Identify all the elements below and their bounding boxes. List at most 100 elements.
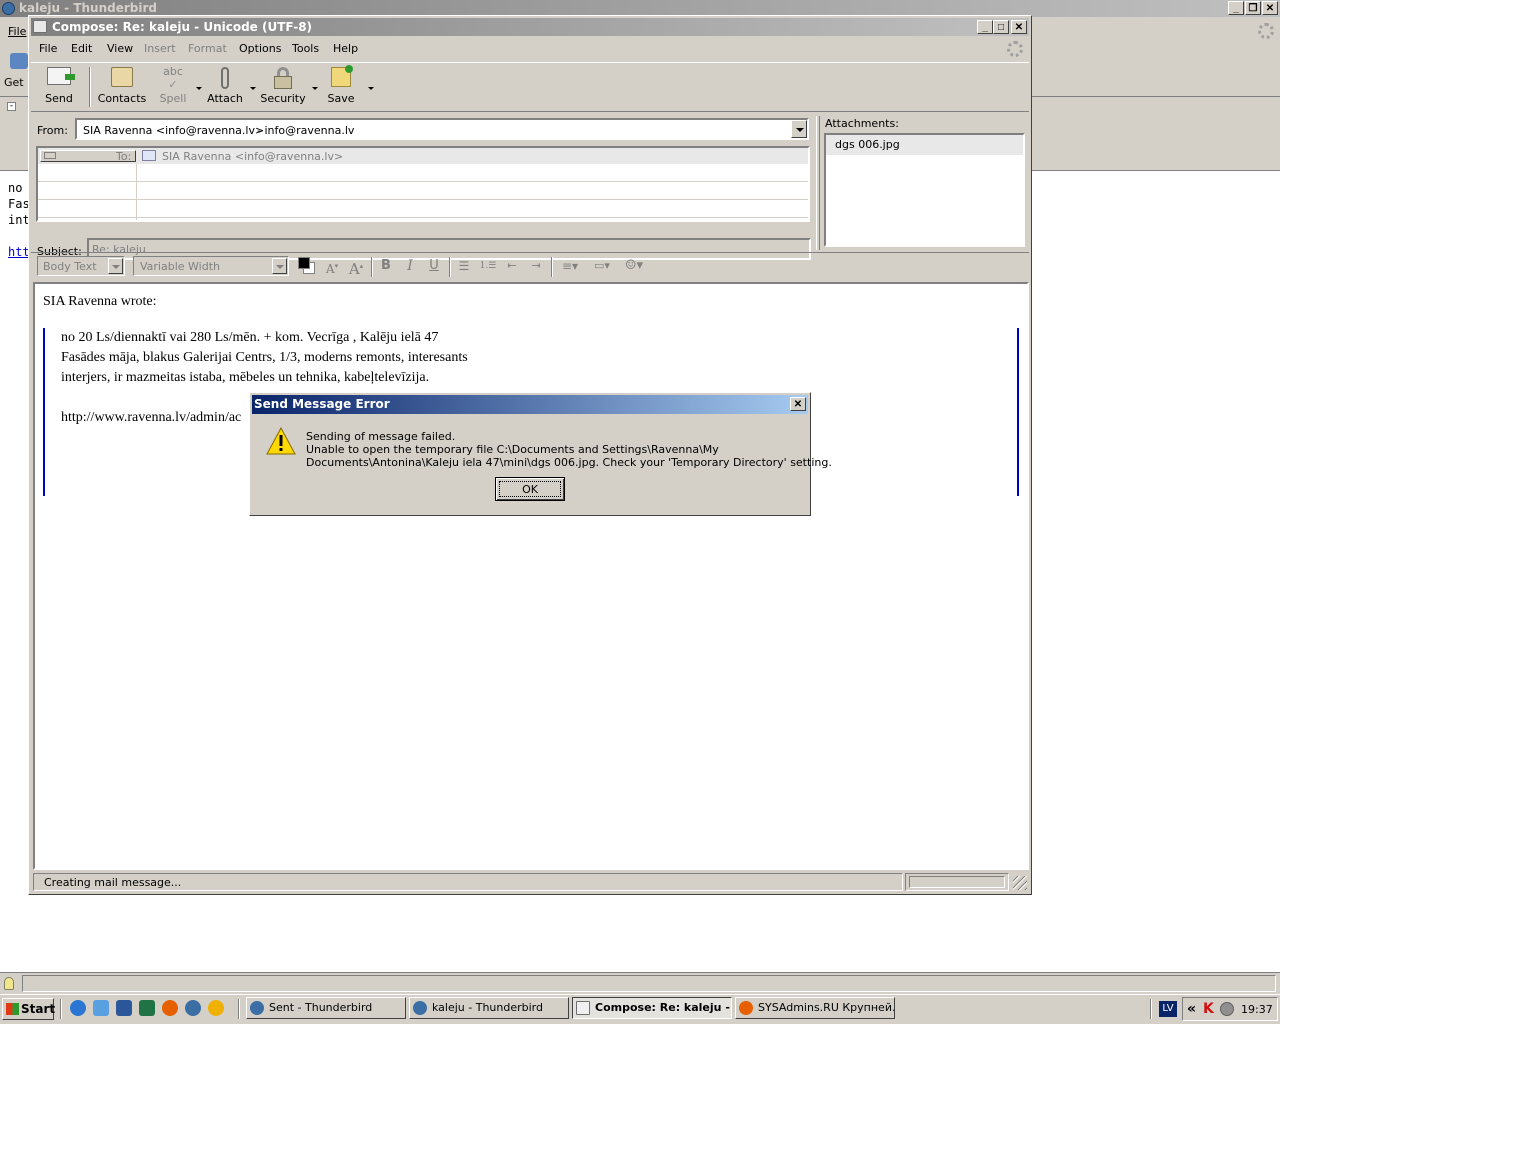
bg-line-3: int bbox=[8, 213, 30, 227]
attach-dropdown-icon[interactable] bbox=[250, 87, 256, 90]
bg-line-1: no bbox=[8, 181, 23, 195]
bg-restore-button[interactable]: ❐ bbox=[1245, 1, 1261, 15]
decrease-font-size-button[interactable]: A▾ bbox=[321, 256, 343, 276]
quote-line: interjers, ir mazmeitas istaba, mēbeles … bbox=[61, 370, 430, 385]
network-icon[interactable] bbox=[1220, 1002, 1234, 1016]
address-row-empty[interactable] bbox=[38, 165, 808, 182]
lock-icon bbox=[274, 67, 292, 89]
compose-minimize-button[interactable]: _ bbox=[977, 20, 993, 34]
start-button[interactable]: Start bbox=[2, 998, 56, 1020]
recipient-type-icon bbox=[44, 152, 56, 159]
font-dropdown[interactable] bbox=[272, 258, 287, 274]
bg-link[interactable]: htt bbox=[8, 244, 30, 260]
resize-grip-icon[interactable] bbox=[1013, 876, 1027, 890]
contacts-label: Contacts bbox=[97, 92, 147, 105]
numbered-list-icon[interactable]: 1.☰ bbox=[477, 256, 499, 276]
text-color-swatch bbox=[298, 257, 310, 269]
taskbar-item-label: Compose: Re: kaleju -... bbox=[595, 1001, 732, 1014]
send-error-dialog: Send Message Error ✕ Sending of message … bbox=[249, 392, 832, 516]
underline-button[interactable]: U bbox=[423, 256, 445, 276]
contacts-button[interactable]: Contacts bbox=[95, 63, 149, 109]
save-dropdown-icon[interactable] bbox=[368, 87, 374, 90]
excel-icon[interactable] bbox=[139, 1000, 155, 1016]
security-label: Security bbox=[260, 92, 306, 105]
media-player-icon[interactable] bbox=[208, 1000, 224, 1016]
to-address[interactable]: SIA Ravenna <info@ravenna.lv> bbox=[162, 150, 343, 163]
bullet-list-icon[interactable]: ☰ bbox=[453, 256, 475, 276]
attachments-label: Attachments: bbox=[825, 117, 899, 130]
dialog-close-button[interactable]: ✕ bbox=[790, 397, 806, 411]
bold-button[interactable]: B bbox=[375, 256, 397, 276]
menu-insert[interactable]: Insert bbox=[144, 40, 176, 58]
header-splitter[interactable] bbox=[816, 116, 820, 250]
address-row-empty[interactable] bbox=[38, 183, 808, 200]
security-dropdown-icon[interactable] bbox=[312, 87, 318, 90]
compose-maximize-button[interactable]: □ bbox=[993, 20, 1009, 34]
outdent-icon[interactable]: ⇤ bbox=[501, 256, 523, 276]
menu-edit[interactable]: Edit bbox=[71, 40, 92, 58]
language-indicator[interactable]: LV bbox=[1159, 1001, 1177, 1017]
thunderbird-icon bbox=[250, 1001, 264, 1015]
italic-button[interactable]: I bbox=[399, 256, 421, 276]
spell-dropdown-icon[interactable] bbox=[196, 87, 202, 90]
menu-options[interactable]: Options bbox=[239, 40, 281, 58]
collapse-icon[interactable]: - bbox=[7, 102, 16, 111]
bg-line-4 bbox=[8, 228, 30, 244]
address-row-empty[interactable] bbox=[38, 201, 808, 218]
to-label: To: bbox=[116, 150, 132, 163]
indent-icon[interactable]: ⇥ bbox=[525, 256, 547, 276]
attachment-item[interactable]: dgs 006.jpg bbox=[826, 135, 1023, 155]
attachment-list[interactable]: dgs 006.jpg bbox=[824, 133, 1025, 247]
internet-explorer-icon[interactable] bbox=[70, 1000, 86, 1016]
attach-button[interactable]: Attach bbox=[205, 63, 245, 109]
taskbar-item-label: Sent - Thunderbird bbox=[269, 1001, 373, 1014]
message-body-editor[interactable]: SIA Ravenna wrote: no 20 Ls/diennaktī va… bbox=[33, 282, 1029, 870]
send-button[interactable]: Send bbox=[37, 63, 81, 109]
security-button[interactable]: Security bbox=[259, 63, 307, 109]
start-label: Start bbox=[21, 1002, 56, 1016]
from-dropdown-button[interactable] bbox=[791, 120, 807, 138]
dialog-title-bar[interactable]: Send Message Error ✕ bbox=[252, 395, 808, 414]
taskbar-item-compose[interactable]: Compose: Re: kaleju -... bbox=[572, 997, 732, 1019]
menu-format[interactable]: Format bbox=[188, 40, 227, 58]
text-color-button[interactable] bbox=[297, 255, 319, 277]
smiley-icon[interactable]: ☺▾ bbox=[621, 256, 647, 276]
bg-close-button[interactable]: ✕ bbox=[1262, 1, 1278, 15]
windows-logo-icon bbox=[6, 1003, 19, 1015]
format-separator bbox=[449, 257, 451, 277]
increase-font-size-button[interactable]: A▴ bbox=[345, 256, 367, 278]
tray-expand-button[interactable]: « bbox=[1187, 1001, 1196, 1017]
font-select[interactable]: Variable Width bbox=[133, 256, 289, 276]
address-row-to[interactable]: To: SIA Ravenna <info@ravenna.lv> bbox=[38, 148, 808, 164]
taskbar-item-sent[interactable]: Sent - Thunderbird bbox=[246, 997, 406, 1019]
compose-title-bar[interactable]: Compose: Re: kaleju - Unicode (UTF-8) _ … bbox=[31, 18, 1029, 36]
compose-throbber-icon bbox=[1007, 41, 1023, 57]
insert-icon[interactable]: ▭▾ bbox=[589, 256, 615, 276]
taskbar-item-label: kaleju - Thunderbird bbox=[432, 1001, 543, 1014]
align-icon[interactable]: ≡▾ bbox=[557, 256, 583, 276]
ok-button[interactable]: OK bbox=[495, 477, 565, 501]
taskbar-item-browser[interactable]: SYSAdmins.RU Крупней... bbox=[735, 997, 895, 1019]
spell-button[interactable]: abc ✓ Spell bbox=[153, 63, 193, 109]
from-select[interactable]: SIA Ravenna <info@ravenna.lv> - info@rav… bbox=[75, 118, 809, 140]
thunderbird-icon[interactable] bbox=[185, 1000, 201, 1016]
menu-view[interactable]: View bbox=[107, 40, 133, 58]
paragraph-style-select[interactable]: Body Text bbox=[37, 256, 125, 276]
quote-link[interactable]: http://www.ravenna.lv/admin/ac bbox=[61, 410, 241, 426]
bg-status-field bbox=[22, 975, 1276, 992]
chevron-down-icon bbox=[796, 128, 804, 132]
compose-close-button[interactable]: ✕ bbox=[1011, 20, 1027, 34]
bg-menu-file[interactable]: File bbox=[8, 25, 26, 38]
compose-title-text: Compose: Re: kaleju - Unicode (UTF-8) bbox=[52, 20, 313, 34]
paragraph-style-dropdown[interactable] bbox=[108, 258, 123, 274]
menu-file[interactable]: File bbox=[39, 40, 57, 58]
menu-tools[interactable]: Tools bbox=[292, 40, 319, 58]
firefox-icon[interactable] bbox=[162, 1000, 178, 1016]
browser-icon[interactable] bbox=[93, 1000, 109, 1016]
menu-help[interactable]: Help bbox=[333, 40, 358, 58]
bg-minimize-button[interactable]: _ bbox=[1228, 1, 1244, 15]
save-button[interactable]: Save bbox=[321, 63, 361, 109]
word-icon[interactable] bbox=[116, 1000, 132, 1016]
antivirus-icon[interactable]: K bbox=[1203, 1002, 1214, 1016]
taskbar-item-kaleju[interactable]: kaleju - Thunderbird bbox=[409, 997, 569, 1019]
